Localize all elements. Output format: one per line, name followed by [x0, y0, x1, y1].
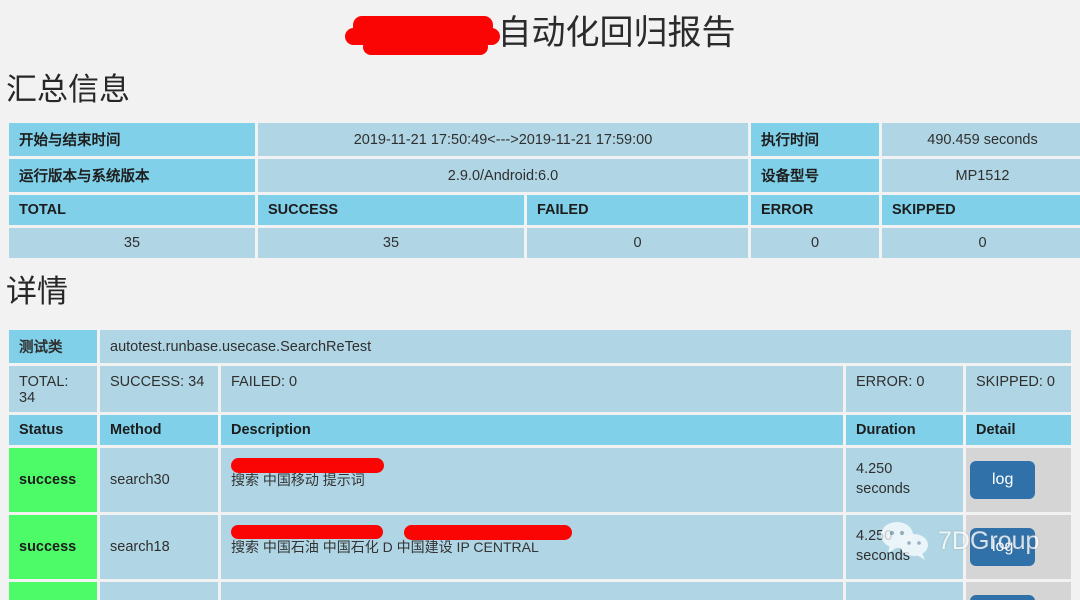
- table-row: TOTAL: 34 SUCCESS: 34 FAILED: 0 ERROR: 0…: [9, 366, 1072, 412]
- summary-label-time: 开始与结束时间: [9, 123, 255, 156]
- table-header-row: Status Method Description Duration Detai…: [9, 415, 1072, 445]
- description-text: 搜索 中国移动 提示词: [231, 472, 365, 488]
- description-cell: [221, 582, 843, 600]
- detail-section-heading: 详情: [6, 274, 68, 309]
- summary-value-version: 2.9.0/Android:6.0: [258, 159, 748, 192]
- summary-section-heading: 汇总信息: [6, 72, 130, 107]
- method-name: search18: [100, 515, 218, 579]
- title-visible-suffix: 自动化回归报告: [497, 14, 736, 52]
- description-cell: 搜索 中国移动 提示词: [221, 448, 843, 512]
- description-text: 搜索 中国石油 中国石化 D 中国建设 IP CENTRAL: [231, 539, 539, 555]
- summary-value-device: MP1512: [882, 159, 1080, 192]
- redaction-mark: [231, 525, 383, 539]
- detail-cell: log: [966, 448, 1072, 512]
- summary-label-duration: 执行时间: [751, 123, 879, 156]
- table-row: 运行版本与系统版本 2.9.0/Android:6.0 设备型号 MP1512: [9, 159, 1080, 192]
- duration-value: 10.910: [846, 582, 963, 600]
- summary-value-duration: 490.459 seconds: [882, 123, 1080, 156]
- summary-value-failed: 0: [527, 228, 748, 258]
- method-name: search30: [100, 448, 218, 512]
- page-title: xxxxxxxxx自动化回归报告: [0, 0, 1080, 56]
- log-button[interactable]: log: [970, 528, 1036, 566]
- summary-value-time: 2019-11-21 17:50:49<--->2019-11-21 17:59…: [258, 123, 748, 156]
- summary-value-skipped: 0: [882, 228, 1080, 258]
- summary-value-error: 0: [751, 228, 879, 258]
- title-inner: xxxxxxxxx自动化回归报告: [344, 10, 736, 56]
- redaction-mark: [231, 458, 384, 473]
- summary-value-success: 35: [258, 228, 524, 258]
- column-header-method: Method: [100, 415, 218, 445]
- detail-stat-error: ERROR: 0: [846, 366, 963, 412]
- summary-header-skipped: SKIPPED: [882, 195, 1080, 225]
- column-header-duration: Duration: [846, 415, 963, 445]
- redaction-mark: [404, 525, 572, 540]
- table-row: success search18 搜索 中国石油 中国石化 D 中国建设 IP …: [9, 515, 1072, 579]
- summary-label-version: 运行版本与系统版本: [9, 159, 255, 192]
- description-cell: 搜索 中国石油 中国石化 D 中国建设 IP CENTRAL: [221, 515, 843, 579]
- summary-header-failed: FAILED: [527, 195, 748, 225]
- column-header-detail: Detail: [966, 415, 1072, 445]
- table-header-row: TOTAL SUCCESS FAILED ERROR SKIPPED: [9, 195, 1080, 225]
- table-row: success search30 搜索 中国移动 提示词 4.250 secon…: [9, 448, 1072, 512]
- status-badge: success: [9, 448, 97, 512]
- log-button[interactable]: log: [970, 595, 1036, 600]
- summary-header-error: ERROR: [751, 195, 879, 225]
- duration-value: 4.250 seconds: [846, 448, 963, 512]
- detail-stat-failed: FAILED: 0: [221, 366, 843, 412]
- test-class-value: autotest.runbase.usecase.SearchReTest: [100, 330, 1072, 363]
- test-class-label: 测试类: [9, 330, 97, 363]
- summary-value-total: 35: [9, 228, 255, 258]
- detail-cell: log: [966, 515, 1072, 579]
- redaction-mark: [362, 39, 488, 55]
- detail-stat-skipped: SKIPPED: 0: [966, 366, 1072, 412]
- log-button[interactable]: log: [970, 461, 1036, 499]
- summary-header-success: SUCCESS: [258, 195, 524, 225]
- method-name: [100, 582, 218, 600]
- status-badge: success: [9, 582, 97, 600]
- detail-cell: log: [966, 582, 1072, 600]
- detail-stat-total: TOTAL: 34: [9, 366, 97, 412]
- detail-stat-success: SUCCESS: 34: [100, 366, 218, 412]
- report-page: xxxxxxxxx自动化回归报告 汇总信息 开始与结束时间 2019-11-21…: [0, 0, 1080, 600]
- column-header-description: Description: [221, 415, 843, 445]
- table-row: 测试类 autotest.runbase.usecase.SearchReTes…: [9, 330, 1072, 363]
- table-row: 35 35 0 0 0: [9, 228, 1080, 258]
- redaction-mark: [344, 28, 500, 45]
- status-badge: success: [9, 515, 97, 579]
- detail-table: 测试类 autotest.runbase.usecase.SearchReTes…: [6, 327, 1074, 600]
- redaction-mark: [352, 16, 493, 36]
- duration-value: 4.250 seconds: [846, 515, 963, 579]
- summary-header-total: TOTAL: [9, 195, 255, 225]
- table-row: success 10.910 log: [9, 582, 1072, 600]
- column-header-status: Status: [9, 415, 97, 445]
- summary-label-device: 设备型号: [751, 159, 879, 192]
- summary-table: 开始与结束时间 2019-11-21 17:50:49<--->2019-11-…: [6, 120, 1080, 261]
- table-row: 开始与结束时间 2019-11-21 17:50:49<--->2019-11-…: [9, 123, 1080, 156]
